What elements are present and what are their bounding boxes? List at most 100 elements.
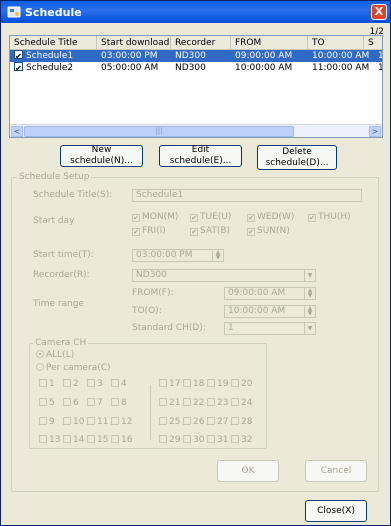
camera-channel-label: 3 [97, 379, 103, 389]
camera-channel-checkbox[interactable]: 13 [39, 435, 60, 445]
new-schedule-button[interactable]: New schedule(N)... [60, 145, 143, 167]
camera-channel-label: 32 [241, 435, 253, 445]
table-row[interactable]: ✔ Schedule1 03:00:00 PM ND300 09:00:00 A… [10, 50, 382, 62]
camera-channel-checkbox[interactable]: 28 [231, 417, 252, 427]
camera-channel-checkbox[interactable]: 5 [39, 398, 55, 408]
camera-channel-checkbox[interactable]: 14 [63, 435, 84, 445]
camera-channel-checkbox[interactable]: 22 [183, 398, 204, 408]
start-day-label: Start day [33, 216, 75, 226]
close-button[interactable]: Close(X) [305, 500, 367, 522]
camera-channel-checkbox[interactable]: 16 [111, 435, 132, 445]
camera-channel-checkbox[interactable]: 6 [63, 398, 79, 408]
camera-channel-checkbox[interactable]: 25 [159, 417, 180, 427]
row-title: Schedule1 [26, 51, 74, 61]
row-recorder: ND300 [175, 63, 206, 73]
to-label: TO(O): [132, 306, 162, 316]
camera-channel-checkbox[interactable]: 15 [87, 435, 108, 445]
day-tue-checkbox[interactable]: ✔ TUE(U) [190, 212, 231, 222]
day-fri-checkbox[interactable]: ✔ FRI(I) [132, 226, 166, 236]
camera-channel-label: 2 [73, 379, 79, 389]
camera-channel-checkbox[interactable]: 8 [111, 398, 127, 408]
start-time-input[interactable]: 03:00:00 PM ▲ ▼ [132, 249, 224, 262]
from-time-input[interactable]: 09:00:00 AM ▲ ▼ [224, 287, 316, 300]
camera-ch-label: Camera CH [33, 338, 89, 348]
ok-button[interactable]: OK [217, 460, 279, 482]
camera-channel-checkbox[interactable]: 7 [87, 398, 103, 408]
camera-channel-checkbox[interactable]: 1 [39, 379, 55, 389]
row-checkbox[interactable]: ✔ [14, 62, 23, 73]
camera-channel-checkbox[interactable]: 19 [207, 379, 228, 389]
camera-channel-checkbox[interactable]: 32 [231, 435, 252, 445]
column-header-to[interactable]: TO [308, 36, 364, 50]
camera-channel-checkbox[interactable]: 26 [183, 417, 204, 427]
standard-ch-select[interactable]: 1 ▼ [224, 322, 316, 335]
camera-channel-checkbox[interactable]: 24 [231, 398, 252, 408]
chevron-down-icon[interactable]: ▼ [304, 323, 315, 334]
camera-channel-checkbox[interactable]: 11 [87, 417, 108, 427]
camera-channel-checkbox[interactable]: 29 [159, 435, 180, 445]
day-sat-checkbox[interactable]: ✔ SAT(B) [190, 226, 230, 236]
camera-channel-label: 14 [73, 435, 85, 445]
row-title: Schedule2 [26, 63, 74, 73]
camera-channel-label: 19 [217, 379, 229, 389]
camera-all-radio[interactable]: ALL(L) [36, 350, 74, 360]
schedule-title-input[interactable]: Schedule1 [132, 189, 362, 202]
close-window-button[interactable]: X [371, 4, 387, 20]
day-sun-checkbox[interactable]: ✔ SUN(N) [247, 226, 290, 236]
schedule-setup-label: Schedule Setup [17, 172, 92, 182]
chevron-down-icon[interactable]: ▼ [304, 270, 315, 281]
camera-channel-checkbox[interactable]: 21 [159, 398, 180, 408]
start-time-label: Start time(T): [33, 250, 94, 260]
row-extra: 1 [378, 50, 382, 62]
column-header-start[interactable]: Start download [97, 36, 171, 50]
camera-channel-checkbox[interactable]: 3 [87, 379, 103, 389]
window-title: Schedule [25, 5, 82, 19]
row-checkbox[interactable]: ✔ [14, 50, 23, 61]
to-spinner-icon[interactable]: ▲ ▼ [304, 306, 315, 317]
camera-channel-label: 13 [49, 435, 61, 445]
recorder-label: Recorder(R): [33, 270, 90, 280]
row-recorder: ND300 [175, 51, 206, 61]
day-wed-checkbox[interactable]: ✔ WED(W) [247, 212, 294, 222]
column-header-title[interactable]: Schedule Title [10, 36, 97, 50]
camera-channel-checkbox[interactable]: 9 [39, 417, 55, 427]
from-spinner-icon[interactable]: ▲ ▼ [304, 288, 315, 299]
column-header-s[interactable]: S [364, 36, 382, 50]
title-bar[interactable]: Schedule X [1, 1, 390, 23]
camera-channel-label: 7 [97, 398, 103, 408]
camera-channel-checkbox[interactable]: 23 [207, 398, 228, 408]
camera-channel-checkbox[interactable]: 20 [231, 379, 252, 389]
horizontal-scrollbar[interactable]: < ||| > [10, 124, 382, 137]
scroll-thumb[interactable]: ||| [24, 126, 294, 137]
start-time-spinner-icon[interactable]: ▲ ▼ [212, 250, 223, 261]
camera-channel-label: 20 [241, 379, 253, 389]
camera-channel-checkbox[interactable]: 10 [63, 417, 84, 427]
camera-channel-checkbox[interactable]: 30 [183, 435, 204, 445]
camera-channel-checkbox[interactable]: 17 [159, 379, 180, 389]
column-header-recorder[interactable]: Recorder [171, 36, 231, 50]
to-time-input[interactable]: 10:00:00 AM ▲ ▼ [224, 305, 316, 318]
cancel-button[interactable]: Cancel [305, 460, 367, 482]
scroll-left-icon[interactable]: < [11, 126, 23, 137]
day-thu-checkbox[interactable]: ✔ THU(H) [308, 212, 351, 222]
camera-channel-label: 12 [121, 417, 133, 427]
schedule-window: Schedule X 1/2 Schedule Title Start down… [0, 0, 391, 526]
recorder-select[interactable]: ND300 ▼ [132, 269, 316, 282]
camera-channel-checkbox[interactable]: 4 [111, 379, 127, 389]
camera-channel-label: 8 [121, 398, 127, 408]
edit-schedule-button[interactable]: Edit schedule(E)... [159, 145, 242, 167]
delete-schedule-button[interactable]: Delete schedule(D)... [257, 145, 337, 170]
time-range-label: Time range [33, 299, 85, 309]
camera-channel-checkbox[interactable]: 31 [207, 435, 228, 445]
scroll-right-icon[interactable]: > [369, 126, 381, 137]
day-mon-checkbox[interactable]: ✔ MON(M) [132, 212, 178, 222]
camera-channel-checkbox[interactable]: 27 [207, 417, 228, 427]
table-row[interactable]: ✔ Schedule2 05:00:00 AM ND300 10:00:00 A… [10, 62, 382, 74]
camera-channel-checkbox[interactable]: 12 [111, 417, 132, 427]
camera-channel-label: 18 [193, 379, 205, 389]
camera-channel-checkbox[interactable]: 2 [63, 379, 79, 389]
column-header-from[interactable]: FROM [231, 36, 308, 50]
camera-per-radio[interactable]: Per camera(C) [36, 363, 111, 373]
camera-channel-checkbox[interactable]: 18 [183, 379, 204, 389]
schedule-list[interactable]: Schedule Title Start download Recorder F… [9, 35, 383, 138]
